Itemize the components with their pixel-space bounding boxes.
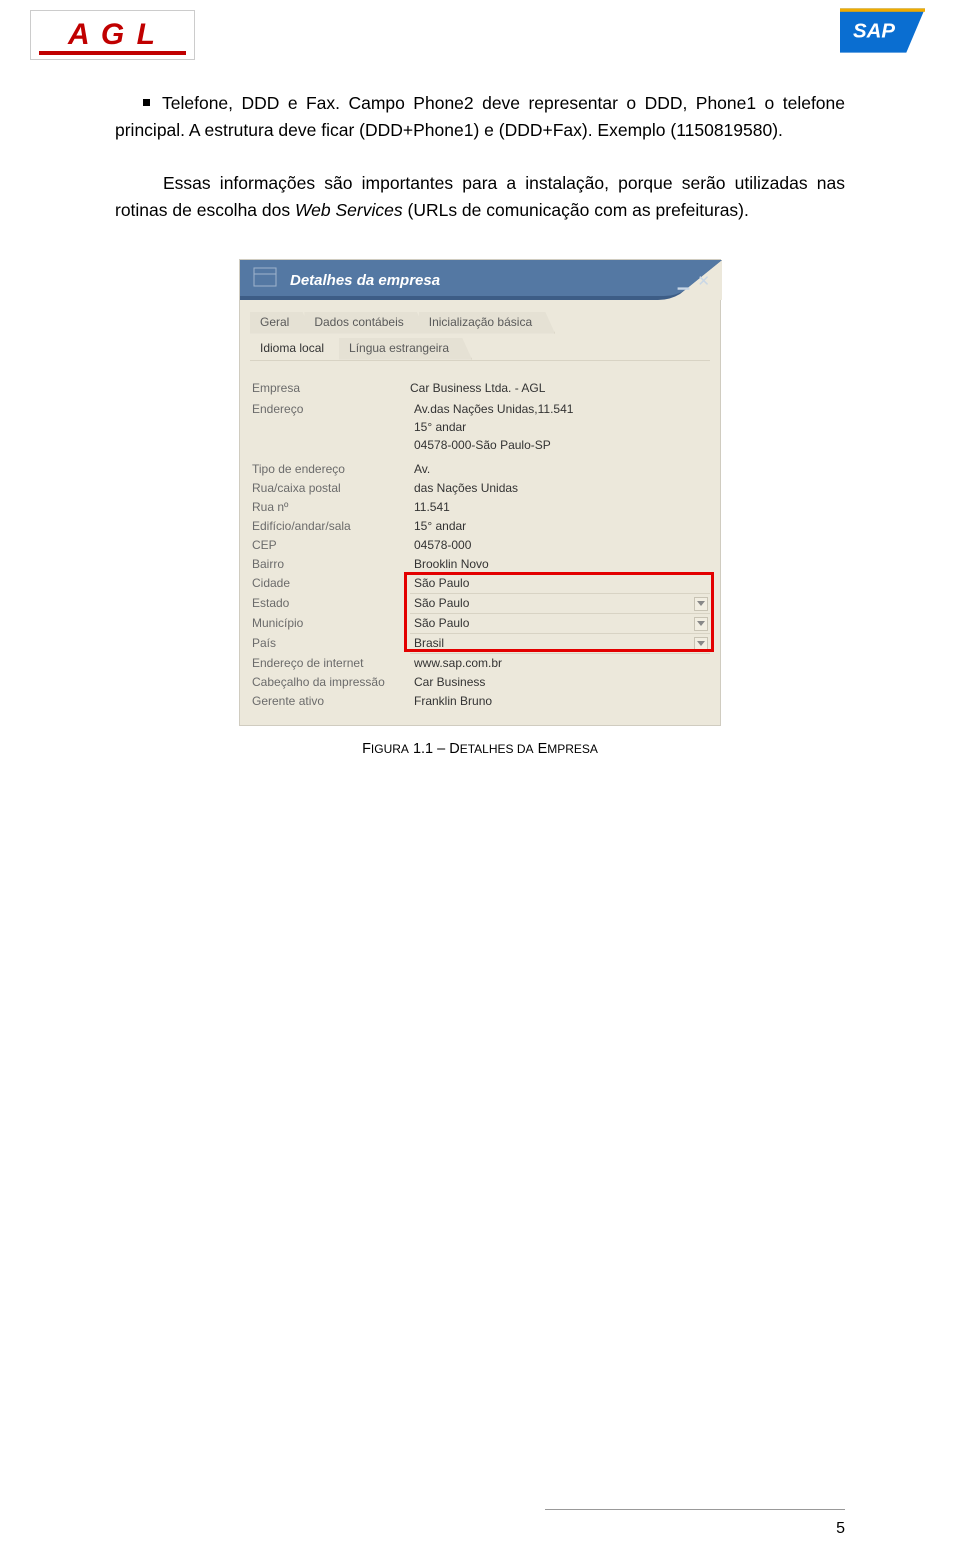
field-value: Brooklin Novo	[414, 557, 489, 571]
tab-idioma-local[interactable]: Idioma local	[250, 338, 347, 360]
form-row: Rua nº 11.541	[250, 498, 710, 517]
form-row: EndereçoAv.das Nações Unidas,11.54115° a…	[250, 400, 710, 454]
field-label: País	[250, 634, 410, 653]
panel-body: Geral Dados contábeis Inicialização bási…	[240, 300, 720, 725]
form-row: EmpresaCar Business Ltda. - AGL	[250, 379, 710, 398]
chevron-down-icon[interactable]	[694, 617, 708, 631]
page-header: A G L SAP	[0, 0, 960, 70]
field-value: 04578-000	[414, 538, 471, 552]
text-field[interactable]: Av.das Nações Unidas,11.54115° andar0457…	[410, 400, 710, 454]
tab-lingua-estrangeira[interactable]: Língua estrangeira	[339, 338, 472, 360]
dropdown-field[interactable]: São Paulo	[410, 594, 710, 614]
field-value: São Paulo	[414, 596, 469, 610]
field-label: Cidade	[250, 574, 410, 593]
dropdown-field[interactable]: Brasil	[410, 634, 710, 654]
panel-titlebar: Detalhes da empresa ▁ ✕	[240, 260, 720, 300]
field-value: 11.541	[414, 500, 450, 514]
tab-inicializacao-basica[interactable]: Inicialização básica	[419, 312, 555, 334]
company-details-panel: Detalhes da empresa ▁ ✕ Geral Dados cont…	[239, 259, 721, 726]
bullet-text-line1: Telefone, DDD e Fax. Campo Phone2 deve r…	[162, 90, 845, 117]
agl-logo: A G L	[30, 10, 195, 60]
field-label: Cabeçalho da impressão	[250, 673, 410, 692]
text-field[interactable]: 04578-000	[410, 536, 710, 555]
text-field[interactable]: São Paulo	[410, 574, 710, 594]
field-value: São Paulo	[414, 616, 469, 630]
text-field[interactable]: 15° andar	[410, 517, 710, 536]
form-row: Estado São Paulo	[250, 594, 710, 614]
tab-geral[interactable]: Geral	[250, 312, 312, 334]
field-label: Tipo de endereço	[250, 460, 410, 479]
field-value-selected[interactable]: Car Business Ltda. - AGL	[410, 381, 545, 395]
tabs-row-1: Geral Dados contábeis Inicialização bási…	[250, 312, 710, 334]
dropdown-field[interactable]: São Paulo	[410, 614, 710, 634]
text-field[interactable]: 11.541	[410, 498, 710, 517]
footer-rule	[545, 1509, 845, 1510]
field-label: Rua/caixa postal	[250, 479, 410, 498]
window-controls[interactable]: ▁ ✕	[678, 270, 712, 293]
text-field[interactable]: das Nações Unidas	[410, 479, 710, 498]
field-label: Rua nº	[250, 498, 410, 517]
field-value: Av.	[414, 462, 430, 476]
field-label: Empresa	[250, 379, 410, 398]
text-field[interactable]: www.sap.com.br	[410, 654, 710, 673]
bullet-icon	[143, 99, 150, 106]
bullet-item: Telefone, DDD e Fax. Campo Phone2 deve r…	[115, 90, 845, 117]
field-value: das Nações Unidas	[414, 481, 518, 495]
field-value-line: Av.das Nações Unidas,11.541	[414, 400, 710, 418]
form-row: Município São Paulo	[250, 614, 710, 634]
field-value: São Paulo	[414, 576, 469, 590]
field-label: Edifício/andar/sala	[250, 517, 410, 536]
text-field[interactable]: Av.	[410, 460, 710, 479]
form-row: País Brasil	[250, 634, 710, 654]
form-fields: EmpresaCar Business Ltda. - AGLEndereçoA…	[250, 379, 710, 711]
text-field[interactable]: Brooklin Novo	[410, 555, 710, 574]
form-row: Tipo de endereço Av.	[250, 460, 710, 479]
field-label: Estado	[250, 594, 410, 613]
field-value: 15° andar	[414, 519, 466, 533]
field-label: Endereço de internet	[250, 654, 410, 673]
field-value: Brasil	[414, 636, 444, 650]
field-label: Gerente ativo	[250, 692, 410, 711]
text-field[interactable]: Car Business Ltda. - AGL	[410, 379, 710, 398]
form-row: Edifício/andar/sala 15° andar	[250, 517, 710, 536]
field-label: Bairro	[250, 555, 410, 574]
text-field[interactable]: Franklin Bruno	[410, 692, 710, 711]
chevron-down-icon[interactable]	[694, 597, 708, 611]
tab-dados-contabeis[interactable]: Dados contábeis	[304, 312, 426, 334]
document-body: Telefone, DDD e Fax. Campo Phone2 deve r…	[0, 70, 960, 760]
field-value: Franklin Bruno	[414, 694, 492, 708]
agl-logo-underline	[39, 51, 186, 55]
sap-logo-text: SAP	[853, 20, 895, 42]
field-value: Car Business	[414, 675, 485, 689]
text-field[interactable]: Car Business	[410, 673, 710, 692]
field-label: Endereço	[250, 400, 410, 419]
field-value-line: 04578-000-São Paulo-SP	[414, 436, 710, 454]
para2-italic: Web Services	[295, 200, 403, 220]
bullet-text-rest: principal. A estrutura deve ficar (DDD+P…	[115, 117, 845, 144]
para2-part-b: (URLs de comunicação com as prefeituras)…	[403, 200, 749, 220]
form-row: Gerente ativo Franklin Bruno	[250, 692, 710, 711]
field-value: www.sap.com.br	[414, 656, 502, 670]
form-row: Endereço de internet www.sap.com.br	[250, 654, 710, 673]
paragraph-2: Essas informações são importantes para a…	[115, 170, 845, 224]
screenshot-container: Detalhes da empresa ▁ ✕ Geral Dados cont…	[115, 259, 845, 726]
field-value-line: 15° andar	[414, 418, 710, 436]
tabs-row-2: Idioma local Língua estrangeira	[250, 338, 710, 361]
panel-title: Detalhes da empresa	[290, 269, 440, 292]
chevron-down-icon[interactable]	[694, 637, 708, 651]
form-row: Cabeçalho da impressão Car Business	[250, 673, 710, 692]
form-row: CEP 04578-000	[250, 536, 710, 555]
form-row: Rua/caixa postal das Nações Unidas	[250, 479, 710, 498]
form-row: Cidade São Paulo	[250, 574, 710, 594]
field-label: CEP	[250, 536, 410, 555]
sap-logo: SAP	[840, 8, 925, 53]
page-number: 5	[836, 1520, 845, 1538]
field-label: Município	[250, 614, 410, 633]
figure-caption: FIGURA 1.1 – DETALHES DA EMPRESA	[115, 738, 845, 760]
form-row: Bairro Brooklin Novo	[250, 555, 710, 574]
agl-logo-text: A G L	[68, 18, 157, 52]
